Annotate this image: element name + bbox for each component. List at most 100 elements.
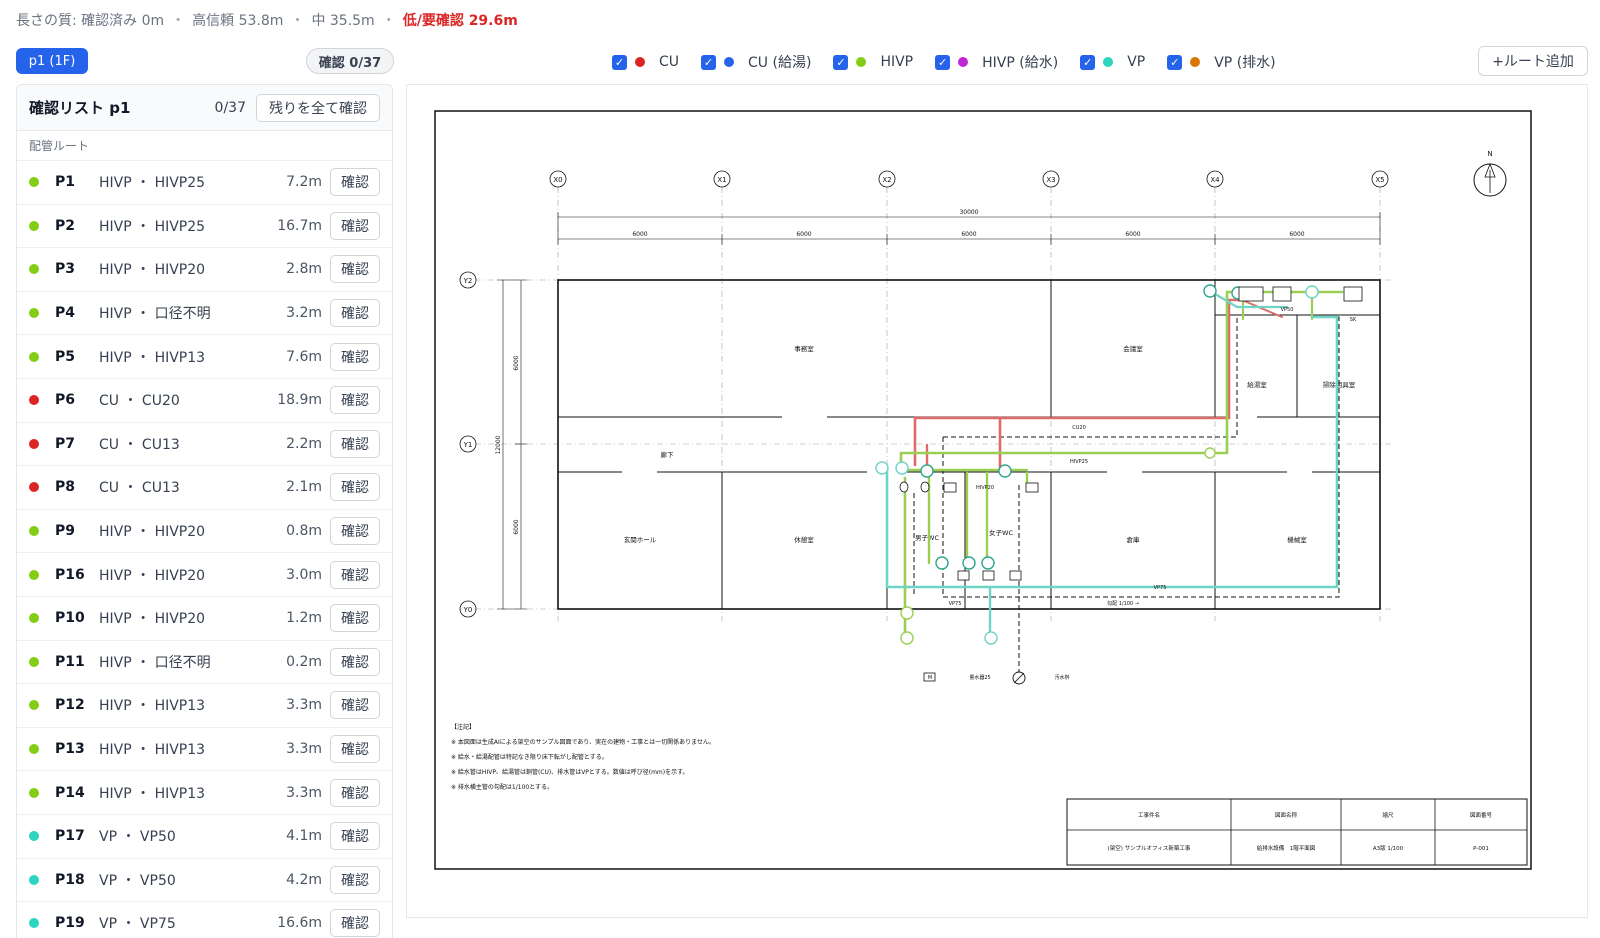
pipe-label-vp75: VP75 xyxy=(1154,585,1167,591)
confirm-all-button[interactable]: 残りを全て確認 xyxy=(256,93,380,122)
floor-tab[interactable]: p1 (1F) xyxy=(16,48,88,74)
route-confirm-button[interactable]: 確認 xyxy=(330,691,380,720)
confirm-list-title: 確認リスト p1 xyxy=(29,99,131,117)
route-color-dot-icon xyxy=(29,918,39,929)
route-confirm-button[interactable]: 確認 xyxy=(330,778,380,807)
summary-label: 長さの質: xyxy=(16,13,77,29)
filter-label: VP (排水) xyxy=(1214,55,1276,71)
route-row[interactable]: P5 HIVP ・ HIVP13 7.6m 確認 xyxy=(17,335,392,379)
route-confirm-button[interactable]: 確認 xyxy=(330,735,380,764)
route-length: 3.3m xyxy=(286,784,322,801)
grid-label: X0 xyxy=(553,176,562,184)
route-row[interactable]: P3 HIVP ・ HIVP20 2.8m 確認 xyxy=(17,248,392,292)
route-confirm-button[interactable]: 確認 xyxy=(330,342,380,371)
route-confirm-button[interactable]: 確認 xyxy=(330,865,380,894)
pipe-cu-main xyxy=(913,298,1244,467)
route-row[interactable]: P16 HIVP ・ HIVP20 3.0m 確認 xyxy=(17,553,392,597)
color-dot-icon xyxy=(856,57,867,67)
checkbox-icon[interactable]: ✓ xyxy=(833,54,849,70)
route-row[interactable]: P19 VP ・ VP75 16.6m 確認 xyxy=(17,902,392,938)
room-corridor: 廊下 xyxy=(661,450,675,459)
filter-vp[interactable]: ✓ VP xyxy=(1080,54,1145,70)
route-row[interactable]: P14 HIVP ・ HIVP13 3.3m 確認 xyxy=(17,771,392,815)
route-length: 3.3m xyxy=(286,741,322,758)
tb-header-drawing: 図面名称 xyxy=(1275,811,1298,819)
checkbox-icon[interactable]: ✓ xyxy=(612,54,627,70)
route-id: P11 xyxy=(55,653,85,670)
route-row[interactable]: P7 CU ・ CU13 2.2m 確認 xyxy=(17,423,392,467)
pipe-fittings xyxy=(875,284,1319,685)
room-office: 事務室 xyxy=(794,344,814,353)
tb-scale: A3版 1/100 xyxy=(1373,844,1404,852)
floor-plan-drawing[interactable]: X0 X1 X2 X3 X4 X5 Y2 Y1 Y0 30000 6000 60… xyxy=(407,85,1587,917)
pipe-label-hivp25: HIVP25 xyxy=(1070,459,1088,465)
route-row[interactable]: P18 VP ・ VP50 4.2m 確認 xyxy=(17,859,392,903)
route-confirm-button[interactable]: 確認 xyxy=(330,517,380,546)
route-row[interactable]: P17 VP ・ VP50 4.1m 確認 xyxy=(17,815,392,859)
route-length: 16.6m xyxy=(277,915,322,932)
route-confirm-button[interactable]: 確認 xyxy=(330,473,380,502)
confirm-list-panel: 確認リスト p1 0/37 残りを全て確認 配管ルート P1 HIVP ・ HIV… xyxy=(16,84,393,938)
summary-low: 低/要確認 29.6m xyxy=(402,13,518,29)
route-confirm-button[interactable]: 確認 xyxy=(330,299,380,328)
route-row[interactable]: P6 CU ・ CU20 18.9m 確認 xyxy=(17,379,392,423)
route-confirm-button[interactable]: 確認 xyxy=(330,429,380,458)
route-confirm-button[interactable]: 確認 xyxy=(330,168,380,197)
checkbox-icon[interactable]: ✓ xyxy=(1167,54,1183,70)
route-row[interactable]: P2 HIVP ・ HIVP25 16.7m 確認 xyxy=(17,205,392,249)
route-desc: HIVP ・ HIVP13 xyxy=(99,698,206,715)
route-row[interactable]: P10 HIVP ・ HIVP20 1.2m 確認 xyxy=(17,597,392,641)
grid-label: X5 xyxy=(1375,176,1384,184)
route-confirm-button[interactable]: 確認 xyxy=(330,211,380,240)
filter-cu-hot[interactable]: ✓ CU (給湯) xyxy=(701,52,811,72)
route-confirm-button[interactable]: 確認 xyxy=(330,604,380,633)
route-length: 18.9m xyxy=(277,392,322,409)
route-row[interactable]: P13 HIVP ・ HIVP13 3.3m 確認 xyxy=(17,728,392,772)
checkbox-icon[interactable]: ✓ xyxy=(1080,54,1096,70)
color-dot-icon xyxy=(1103,57,1114,67)
route-row[interactable]: P4 HIVP ・ 口径不明 3.2m 確認 xyxy=(17,292,392,336)
checkbox-icon[interactable]: ✓ xyxy=(701,54,717,70)
pipe-label-vp50: VP50 xyxy=(1281,307,1294,313)
add-route-button[interactable]: +ルート追加 xyxy=(1478,46,1588,76)
route-id: P8 xyxy=(55,479,76,496)
filter-hivp[interactable]: ✓ HIVP xyxy=(833,54,913,70)
pipe-label-hivp20: HIVP20 xyxy=(976,485,994,491)
route-confirm-button[interactable]: 確認 xyxy=(330,255,380,284)
route-desc: HIVP ・ HIVP13 xyxy=(99,742,206,759)
route-desc: HIVP ・ HIVP13 xyxy=(99,349,206,366)
checkbox-icon[interactable]: ✓ xyxy=(935,54,951,70)
tb-project: (架空) サンプルオフィス新築工事 xyxy=(1108,844,1191,852)
summary-confirmed: 確認済み 0m xyxy=(81,13,165,29)
grid-label: X3 xyxy=(1046,176,1055,184)
route-desc: VP ・ VP50 xyxy=(99,829,176,846)
route-row[interactable]: P8 CU ・ CU13 2.1m 確認 xyxy=(17,466,392,510)
confirm-list-count: 0/37 xyxy=(214,99,246,116)
dim-v-span: 6000 xyxy=(513,519,520,534)
route-confirm-button[interactable]: 確認 xyxy=(330,822,380,851)
grid-lines xyxy=(475,187,1391,621)
route-length: 3.3m xyxy=(286,697,322,714)
route-confirm-button[interactable]: 確認 xyxy=(330,909,380,938)
route-color-dot-icon xyxy=(29,874,39,885)
layer-filters: ✓ CU ✓ CU (給湯) ✓ HIVP ✓ HIVP (給水) ✓ VP ✓ VP (排… xyxy=(612,50,1298,74)
route-row[interactable]: P9 HIVP ・ HIVP20 0.8m 確認 xyxy=(17,510,392,554)
route-desc: VP ・ VP75 xyxy=(99,916,176,933)
route-color-dot-icon xyxy=(29,831,39,842)
room-womens-wc: 女子WC xyxy=(989,528,1013,537)
filter-hivp-supply[interactable]: ✓ HIVP (給水) xyxy=(935,52,1058,72)
route-row[interactable]: P11 HIVP ・ 口径不明 0.2m 確認 xyxy=(17,641,392,685)
drawing-viewer[interactable]: X0 X1 X2 X3 X4 X5 Y2 Y1 Y0 30000 6000 60… xyxy=(406,84,1588,918)
route-confirm-button[interactable]: 確認 xyxy=(330,560,380,589)
route-row[interactable]: P1 HIVP ・ HIVP25 7.2m 確認 xyxy=(17,161,392,205)
filter-vp-drain[interactable]: ✓ VP (排水) xyxy=(1167,52,1276,72)
route-row[interactable]: P12 HIVP ・ HIVP13 3.3m 確認 xyxy=(17,684,392,728)
route-desc: HIVP ・ HIVP25 xyxy=(99,175,206,192)
route-confirm-button[interactable]: 確認 xyxy=(330,647,380,676)
filter-cu[interactable]: ✓ CU xyxy=(612,54,679,70)
route-confirm-button[interactable]: 確認 xyxy=(330,386,380,415)
filter-label: VP xyxy=(1127,54,1146,70)
filter-label: CU xyxy=(659,54,680,70)
grid-label: X1 xyxy=(717,176,726,184)
summary-high: 高信頼 53.8m xyxy=(192,13,284,29)
